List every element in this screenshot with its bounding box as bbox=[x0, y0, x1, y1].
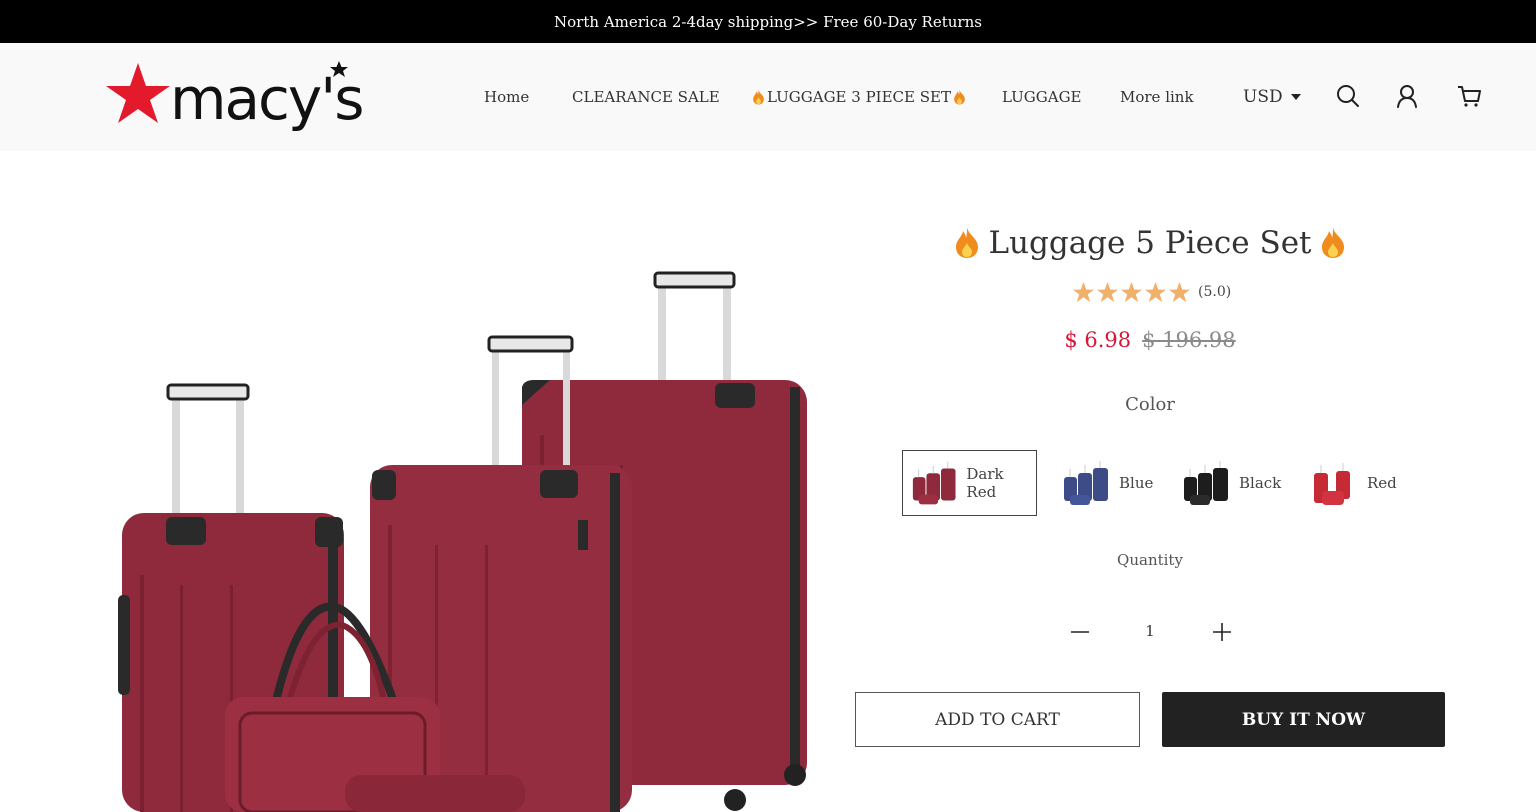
macys-logo[interactable]: macy's bbox=[106, 57, 368, 137]
color-option-label: Dark Red bbox=[966, 465, 1004, 501]
nav-luggage-3-piece-set[interactable]: LUGGAGE 3 PIECE SET bbox=[752, 43, 966, 151]
add-to-cart-button[interactable]: ADD TO CART bbox=[855, 692, 1140, 747]
color-option-dark-red[interactable]: Dark Red bbox=[902, 450, 1037, 516]
nav-home-label: Home bbox=[484, 88, 530, 106]
star-icon bbox=[1072, 281, 1095, 302]
color-option-label: Black bbox=[1239, 474, 1282, 492]
color-label: Color bbox=[1125, 394, 1175, 415]
product-title: Luggage 5 Piece Set bbox=[855, 220, 1445, 265]
swatch-thumbnail bbox=[1314, 463, 1350, 505]
flame-icon bbox=[753, 89, 764, 105]
caret-down-icon bbox=[1290, 94, 1301, 100]
currency-value: USD bbox=[1243, 87, 1283, 107]
star-icon bbox=[1120, 281, 1143, 302]
color-option-label: Blue bbox=[1119, 474, 1154, 492]
color-option-blue[interactable]: Blue bbox=[1054, 450, 1164, 516]
plus-icon[interactable] bbox=[1210, 620, 1234, 644]
color-option-black[interactable]: Black bbox=[1174, 450, 1286, 516]
product-title-text: Luggage 5 Piece Set bbox=[988, 224, 1312, 261]
nav-luggage-set-label: LUGGAGE 3 PIECE SET bbox=[767, 88, 951, 106]
add-to-cart-label: ADD TO CART bbox=[935, 709, 1060, 730]
buy-it-now-label: BUY IT NOW bbox=[1241, 709, 1366, 730]
star-icon bbox=[1096, 281, 1119, 302]
nav-luggage-label: LUGGAGE bbox=[1002, 88, 1082, 106]
swatch-thumbnail bbox=[1064, 461, 1108, 505]
product-image[interactable] bbox=[100, 255, 830, 812]
nav-clearance-label: CLEARANCE SALE bbox=[572, 88, 720, 106]
site-header: macy's Home CLEARANCE SALE LUGGAGE 3 PIE… bbox=[0, 43, 1536, 151]
star-icon bbox=[1144, 281, 1167, 302]
color-option-label: Red bbox=[1367, 474, 1397, 492]
quantity-value[interactable]: 1 bbox=[1135, 622, 1165, 640]
svg-text:macy's: macy's bbox=[170, 65, 362, 133]
flame-icon bbox=[956, 227, 979, 258]
nav-luggage[interactable]: LUGGAGE bbox=[1002, 43, 1082, 151]
color-option-red[interactable]: Red bbox=[1302, 450, 1402, 516]
currency-selector[interactable]: USD bbox=[1243, 43, 1301, 151]
minus-icon[interactable] bbox=[1068, 620, 1092, 644]
buy-it-now-button[interactable]: BUY IT NOW bbox=[1162, 692, 1445, 747]
sale-price: $ 6.98 bbox=[1064, 328, 1132, 352]
flame-icon bbox=[1321, 227, 1344, 258]
announcement-text: North America 2-4day shipping>> Free 60-… bbox=[554, 12, 982, 31]
search-icon[interactable] bbox=[1335, 83, 1361, 109]
original-price: $ 196.98 bbox=[1142, 328, 1236, 352]
rating-value: (5.0) bbox=[1198, 284, 1232, 300]
announcement-bar: North America 2-4day shipping>> Free 60-… bbox=[0, 0, 1536, 43]
swatch-thumbnail bbox=[912, 461, 956, 505]
flame-icon bbox=[954, 89, 965, 105]
quantity-label: Quantity bbox=[1117, 551, 1183, 569]
nav-more-label: More link bbox=[1120, 88, 1194, 106]
cart-icon[interactable] bbox=[1456, 83, 1482, 109]
nav-more-link[interactable]: More link bbox=[1120, 43, 1194, 151]
nav-home[interactable]: Home bbox=[484, 43, 529, 151]
nav-clearance-sale[interactable]: CLEARANCE SALE bbox=[572, 43, 720, 151]
price-block: $ 6.98 $ 196.98 bbox=[855, 322, 1445, 358]
product-rating[interactable]: (5.0) bbox=[1072, 278, 1231, 306]
account-icon[interactable] bbox=[1394, 83, 1420, 109]
swatch-thumbnail bbox=[1184, 461, 1228, 505]
star-icon bbox=[1168, 281, 1191, 302]
